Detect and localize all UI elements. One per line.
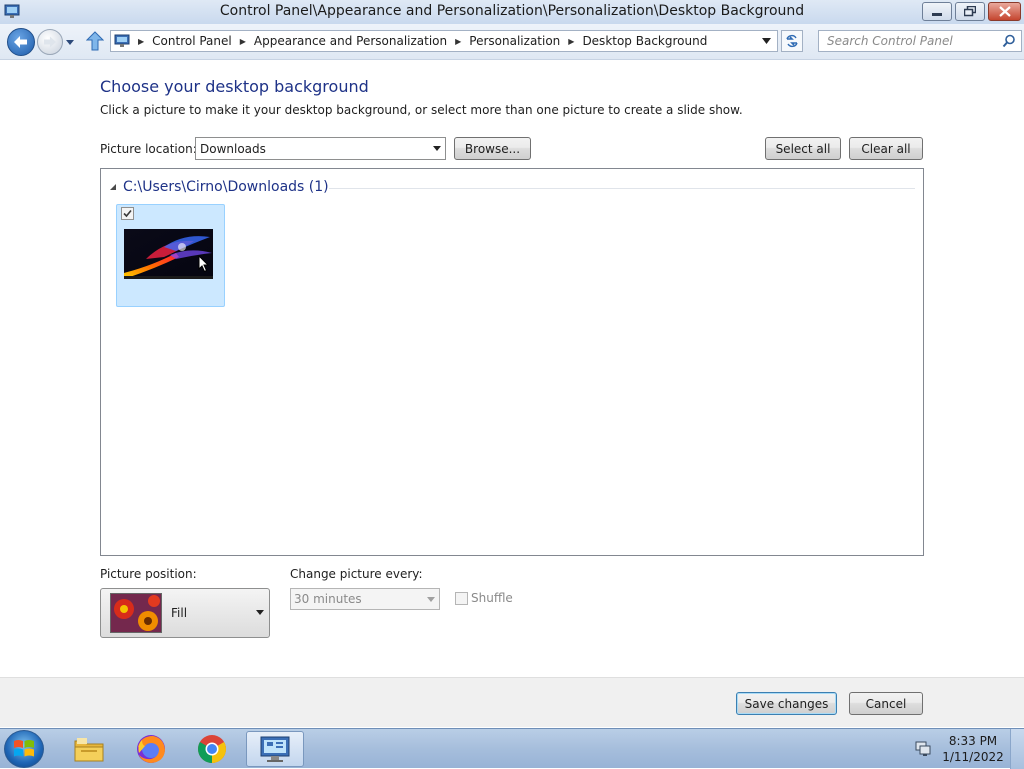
chevron-down-icon (256, 610, 264, 615)
address-dropdown-icon[interactable] (762, 38, 771, 44)
picture-position-value: Fill (171, 606, 188, 620)
checkmark-icon (123, 209, 132, 218)
picture-position-dropdown[interactable]: Fill (100, 588, 270, 638)
position-preview-image (110, 593, 162, 633)
change-picture-label: Change picture every: (290, 567, 423, 581)
search-icon[interactable] (1002, 34, 1016, 48)
clock-time: 8:33 PM (948, 734, 998, 748)
clear-all-button[interactable]: Clear all (849, 137, 923, 160)
navigation-bar: ▶ Control Panel ▶ Appearance and Persona… (0, 24, 1024, 60)
dialog-footer: Save changes Cancel (0, 677, 1024, 727)
back-arrow-icon (14, 36, 27, 48)
picture-group-header[interactable]: C:\Users\Cirno\Downloads (1) (109, 179, 329, 195)
chevron-right-icon[interactable]: ▶ (568, 37, 574, 46)
picture-location-value: Downloads (200, 141, 266, 156)
change-interval-dropdown[interactable]: 30 minutes (290, 588, 440, 610)
minimize-button[interactable] (922, 2, 952, 21)
main-content: Choose your desktop background Click a p… (0, 61, 1024, 678)
collapse-triangle-icon[interactable] (109, 183, 117, 191)
breadcrumb-personalization[interactable]: Personalization (469, 34, 560, 48)
minimize-icon (932, 13, 942, 16)
picture-location-label: Picture location: (100, 142, 197, 156)
picture-checkbox[interactable] (121, 207, 134, 220)
cancel-button[interactable]: Cancel (849, 692, 923, 715)
system-clock[interactable]: 8:33 PM 1/11/2022 (942, 733, 1004, 765)
shuffle-checkbox[interactable] (455, 592, 468, 605)
group-divider (329, 188, 915, 189)
back-button[interactable] (7, 28, 35, 56)
forward-button[interactable] (37, 29, 63, 55)
picture-location-dropdown[interactable]: Downloads (195, 137, 446, 160)
taskbar: 8:33 PM 1/11/2022 (0, 728, 1024, 769)
page-title: Choose your desktop background (100, 77, 369, 96)
network-icon[interactable] (914, 739, 932, 757)
show-desktop-button[interactable] (1010, 729, 1024, 769)
taskbar-control-panel[interactable] (246, 731, 304, 767)
page-subtitle: Click a picture to make it your desktop … (100, 103, 743, 117)
chevron-down-icon (427, 597, 435, 602)
window-title: Control Panel\Appearance and Personaliza… (219, 3, 805, 19)
chevron-right-icon[interactable]: ▶ (455, 37, 461, 46)
forward-arrow-icon (44, 36, 56, 48)
chevron-down-icon (433, 146, 441, 151)
clock-date: 1/11/2022 (942, 750, 1004, 764)
control-panel-icon (114, 34, 130, 47)
chevron-right-icon[interactable]: ▶ (240, 37, 246, 46)
restore-button[interactable] (955, 2, 985, 21)
up-arrow-icon[interactable] (86, 31, 104, 51)
recent-pages-dropdown-icon[interactable] (65, 37, 75, 47)
shuffle-label[interactable]: Shuffle (471, 591, 513, 605)
breadcrumb-control-panel[interactable]: Control Panel (152, 34, 232, 48)
taskbar-explorer[interactable] (60, 731, 118, 767)
restore-icon (964, 6, 976, 17)
search-box[interactable] (818, 30, 1022, 52)
breadcrumb-desktop-background[interactable]: Desktop Background (582, 34, 707, 48)
chevron-right-icon[interactable]: ▶ (138, 37, 144, 46)
chrome-icon (198, 735, 226, 763)
select-all-button[interactable]: Select all (765, 137, 841, 160)
title-bar: Control Panel\Appearance and Personaliza… (0, 0, 1024, 24)
folder-icon (74, 738, 104, 762)
address-bar[interactable]: ▶ Control Panel ▶ Appearance and Persona… (110, 30, 778, 52)
picture-position-label: Picture position: (100, 567, 197, 581)
mouse-cursor-icon (198, 255, 210, 273)
refresh-icon (786, 34, 798, 48)
change-interval-value: 30 minutes (294, 592, 362, 606)
taskbar-firefox[interactable] (122, 731, 180, 767)
picture-group-title: C:\Users\Cirno\Downloads (1) (123, 179, 329, 195)
picture-thumbnail[interactable] (116, 204, 225, 307)
refresh-button[interactable] (781, 30, 803, 52)
browse-button[interactable]: Browse... (454, 137, 531, 160)
save-changes-button[interactable]: Save changes (736, 692, 837, 715)
close-button[interactable] (988, 2, 1021, 21)
control-panel-icon (260, 736, 290, 762)
windows-logo-icon (14, 740, 34, 757)
start-button[interactable] (4, 730, 44, 768)
firefox-icon (137, 735, 165, 763)
close-icon (998, 6, 1011, 17)
breadcrumb-appearance[interactable]: Appearance and Personalization (254, 34, 447, 48)
taskbar-chrome[interactable] (183, 731, 241, 767)
picture-list[interactable]: C:\Users\Cirno\Downloads (1) (100, 168, 924, 556)
search-input[interactable] (825, 31, 1001, 51)
